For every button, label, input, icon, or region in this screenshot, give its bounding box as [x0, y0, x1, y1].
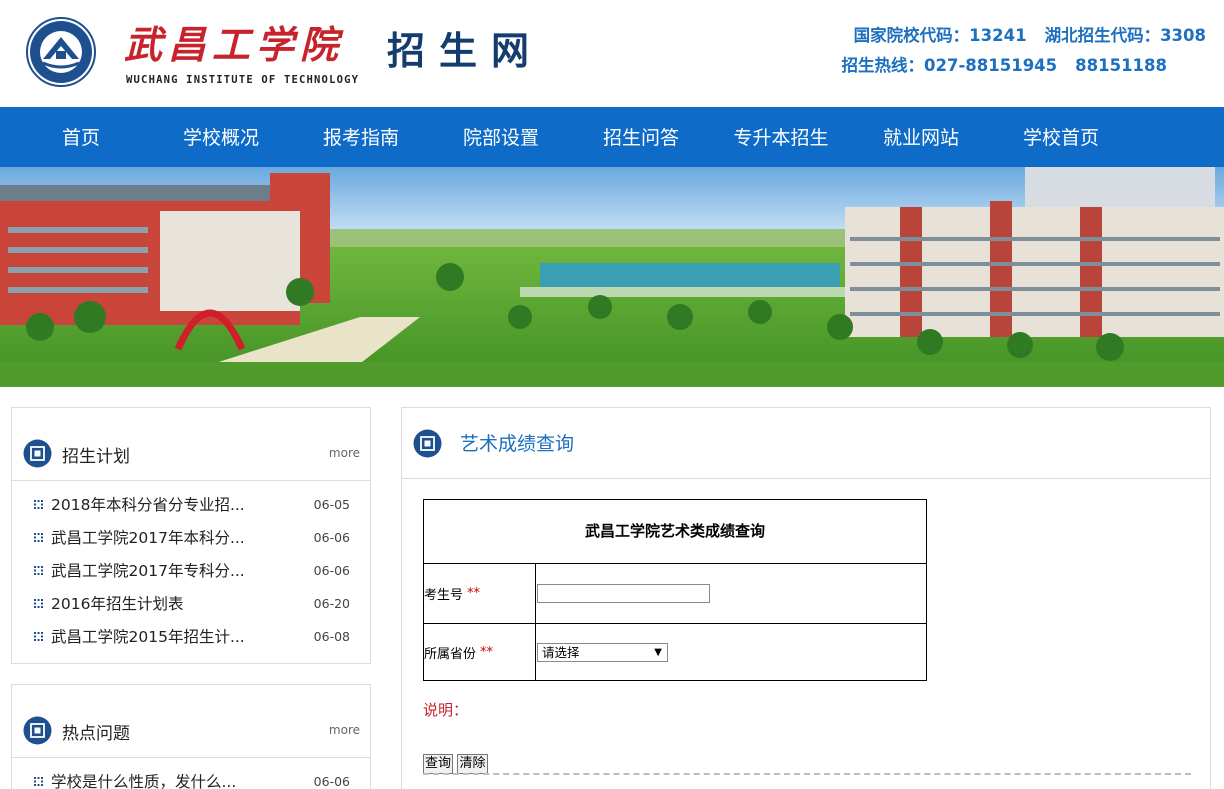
page-title: 艺术成绩查询	[460, 433, 575, 455]
list-item[interactable]: 2018年本科分省分专业招... 06-05	[12, 488, 370, 521]
list-item-title[interactable]: 2018年本科分省分专业招...	[51, 488, 245, 522]
list-item-date: 06-06	[313, 530, 350, 545]
school-emblem-icon[interactable]	[26, 17, 96, 87]
list-item-date: 06-20	[313, 596, 350, 611]
enroll-plan-panel: 招生计划 more 2018年本科分省分专业招... 06-05 武昌工学院20…	[11, 407, 371, 664]
site-name: 招生网	[387, 29, 544, 73]
list-item-title[interactable]: 2016年招生计划表	[51, 587, 183, 621]
school-name-cn[interactable]: 武昌工学院	[124, 14, 344, 69]
dots-bullet-icon	[34, 599, 43, 608]
list-item-date: 06-08	[313, 629, 350, 644]
dashed-divider	[423, 773, 1191, 775]
hot-questions-more-link[interactable]: more	[329, 723, 360, 737]
dots-bullet-icon	[34, 632, 43, 641]
section-badge-icon	[413, 429, 442, 458]
nav-home[interactable]: 首页	[11, 107, 151, 167]
site-header: 武昌工学院 WUCHANG INSTITUTE OF TECHNOLOGY 招生…	[0, 0, 1224, 107]
section-badge-icon	[23, 716, 52, 745]
art-score-query-header: 艺术成绩查询	[402, 408, 1210, 479]
dots-bullet-icon	[34, 777, 43, 786]
nav-enroll-qa[interactable]: 招生问答	[571, 107, 711, 167]
query-form-title: 武昌工学院艺术类成绩查询	[424, 500, 926, 564]
list-item[interactable]: 2016年招生计划表 06-20	[12, 587, 370, 620]
list-item[interactable]: 武昌工学院2017年本科分... 06-06	[12, 521, 370, 554]
nav-school-home[interactable]: 学校首页	[991, 107, 1131, 167]
nav-departments[interactable]: 院部设置	[431, 107, 571, 167]
list-item-title[interactable]: 武昌工学院2017年本科分...	[51, 521, 245, 555]
query-form: 武昌工学院艺术类成绩查询 考生号 ** 所属省份 ** 请选择 ▼	[423, 499, 927, 681]
province-select[interactable]: 请选择 ▼	[537, 643, 668, 662]
dots-bullet-icon	[34, 500, 43, 509]
province-label: 所属省份 **	[424, 624, 536, 681]
list-item[interactable]: 武昌工学院2015年招生计... 06-08	[12, 620, 370, 653]
hotline-primary: 招生热线：027-88151945	[841, 56, 1058, 75]
enroll-plan-list: 2018年本科分省分专业招... 06-05 武昌工学院2017年本科分... …	[12, 488, 370, 653]
enroll-plan-title: 招生计划	[62, 447, 130, 467]
required-mark: **	[467, 586, 481, 601]
dots-bullet-icon	[34, 566, 43, 575]
list-item-date: 06-05	[313, 497, 350, 512]
nav-employment[interactable]: 就业网站	[851, 107, 991, 167]
nav-school-overview[interactable]: 学校概况	[151, 107, 291, 167]
clear-button[interactable]: 清除	[457, 754, 488, 774]
hotline-secondary: 88151188	[1075, 56, 1167, 75]
hot-questions-panel: 热点问题 more 学校是什么性质，发什么... 06-06	[11, 684, 371, 789]
list-item[interactable]: 武昌工学院2017年专科分... 06-06	[12, 554, 370, 587]
enroll-plan-header: 招生计划 more	[12, 408, 370, 481]
candidate-id-row: 考生号 **	[424, 564, 926, 624]
candidate-id-label-text: 考生号	[424, 588, 464, 603]
art-score-query-panel: 艺术成绩查询 武昌工学院艺术类成绩查询 考生号 ** 所属省份 ** 请选择 ▼ 说…	[401, 407, 1211, 789]
list-item-title[interactable]: 学校是什么性质，发什么...	[51, 765, 236, 789]
national-school-code: 国家院校代码：13241	[853, 26, 1027, 45]
dots-bullet-icon	[34, 533, 43, 542]
query-button[interactable]: 查询	[423, 754, 453, 774]
nav-apply-guide[interactable]: 报考指南	[291, 107, 431, 167]
dropdown-arrow-icon: ▼	[654, 647, 662, 658]
hot-questions-header: 热点问题 more	[12, 685, 370, 758]
province-label-text: 所属省份	[424, 647, 477, 662]
list-item-title[interactable]: 武昌工学院2017年专科分...	[51, 554, 245, 588]
list-item[interactable]: 学校是什么性质，发什么... 06-06	[12, 765, 370, 789]
school-codes: 国家院校代码：13241 湖北招生代码：3308	[854, 22, 1206, 46]
hot-questions-title: 热点问题	[62, 724, 130, 744]
required-mark: **	[480, 645, 494, 660]
campus-banner-image	[0, 167, 1224, 387]
candidate-id-input[interactable]	[537, 584, 710, 603]
campus-banner	[0, 167, 1224, 387]
list-item-title[interactable]: 武昌工学院2015年招生计...	[51, 620, 245, 654]
province-row: 所属省份 ** 请选择 ▼	[424, 624, 926, 681]
candidate-id-label: 考生号 **	[424, 564, 536, 623]
nav-upgrade-enroll[interactable]: 专升本招生	[711, 107, 851, 167]
note-label: 说明：	[423, 701, 469, 719]
hubei-enroll-code: 湖北招生代码：3308	[1044, 26, 1206, 45]
hotline: 招生热线：027-88151945 88151188	[842, 52, 1168, 76]
main-nav: 首页 学校概况 报考指南 院部设置 招生问答 专升本招生 就业网站 学校首页	[0, 107, 1224, 167]
enroll-plan-more-link[interactable]: more	[329, 446, 360, 460]
school-name-en: WUCHANG INSTITUTE OF TECHNOLOGY	[126, 74, 360, 86]
province-selected-value: 请选择	[542, 645, 580, 660]
list-item-date: 06-06	[313, 774, 350, 789]
hot-questions-list: 学校是什么性质，发什么... 06-06	[12, 765, 370, 789]
list-item-date: 06-06	[313, 563, 350, 578]
section-badge-icon	[23, 439, 52, 468]
